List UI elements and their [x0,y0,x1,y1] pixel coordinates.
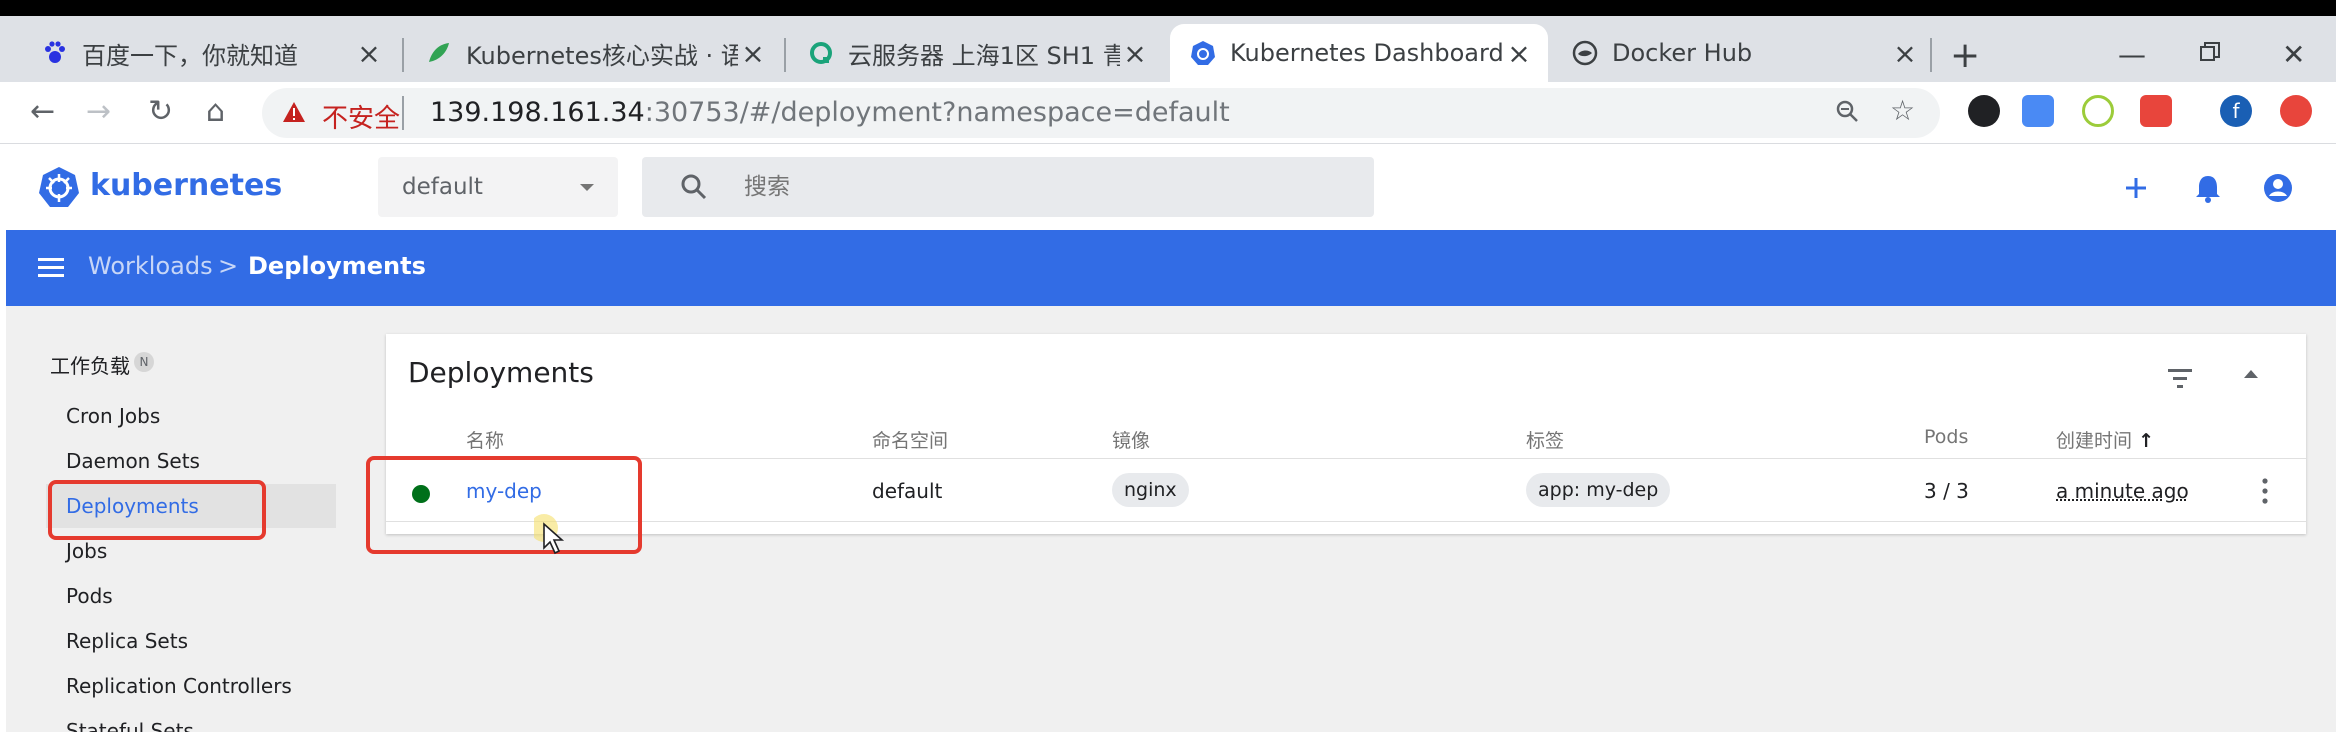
namespaced-badge: N [134,352,154,372]
home-icon[interactable]: ⌂ [206,94,225,130]
extension-ring-icon[interactable] [2082,95,2114,127]
tab-separator [1930,38,1932,72]
url-host: 139.198.161.34 [430,97,645,128]
browser-tab-strip: 百度一下，你就知道 × Kubernetes核心实战 · 语雀 × 云服务器 上… [0,16,2336,82]
breadcrumb-bar: Workloads > Deployments [6,230,2336,306]
extension-eagle-icon[interactable] [1968,95,2000,127]
new-tab-icon[interactable]: + [1950,38,1980,74]
tab-title: 云服务器 上海1区 SH1 青云 [848,41,1120,70]
docker-hub-icon [1572,40,1598,66]
search-box[interactable] [642,157,1374,217]
url-separator [402,96,404,130]
sidebar-item-replica-sets[interactable]: Replica Sets [46,619,336,663]
sort-arrow-icon: ↑ [2138,430,2154,452]
create-plus-icon[interactable] [2116,168,2156,208]
table-row: my-dep default nginx app: my-dep 3 / 3 a… [386,458,2306,522]
more-vert-icon[interactable] [2262,477,2268,505]
label-chip: app: my-dep [1526,473,1671,507]
baidu-paw-icon [45,41,65,63]
url-field[interactable]: 不安全 139.198.161.34:30753/#/deployment?na… [262,88,1940,138]
highlight-box-row-name [366,456,642,554]
url-path: :30753/#/deployment?namespace=default [644,97,1230,128]
sidebar-item-stateful-sets[interactable]: Stateful Sets [46,709,336,732]
minimize-icon[interactable]: — [2118,38,2146,71]
column-header-name[interactable]: 名称 [466,426,504,453]
sidebar-item-replication-controllers[interactable]: Replication Controllers [46,664,336,708]
sidebar-item-cron-jobs[interactable]: Cron Jobs [46,394,336,438]
card-title: Deployments [408,356,594,389]
sidebar-section-workloads[interactable]: 工作负载 [50,350,130,379]
back-icon[interactable]: ← [30,94,55,130]
reload-icon[interactable]: ↻ [148,94,173,130]
column-header-created[interactable]: 创建时间 ↑ [2056,426,2154,453]
warning-icon [283,102,305,122]
translate-extension-icon[interactable] [2022,95,2054,127]
search-icon [681,174,707,200]
insecure-label[interactable]: 不安全 [322,98,400,135]
tab-title: Kubernetes核心实战 · 语雀 [466,41,738,70]
extension-red-icon[interactable] [2140,95,2172,127]
image-chip: nginx [1112,473,1189,507]
breadcrumb-separator: > [218,252,239,280]
mouse-cursor-icon [534,514,565,555]
menu-icon[interactable] [36,254,68,282]
tab-baidu[interactable]: 百度一下，你就知道 × [22,24,398,82]
zoom-icon[interactable] [1834,98,1860,131]
kubernetes-icon [1191,41,1215,65]
dashboard-header: kubernetes default [6,144,2336,230]
created-time: a minute ago [2056,479,2189,503]
yuque-leaf-icon [429,43,449,62]
notifications-bell-icon[interactable] [2188,168,2228,208]
collapse-icon[interactable] [2244,370,2258,378]
address-bar: ← → ↻ ⌂ 不安全 139.198.161.34:30753/#/deplo… [0,82,2336,144]
close-icon[interactable]: × [1890,37,1920,70]
restore-icon[interactable] [2198,38,2222,71]
breadcrumb-workloads[interactable]: Workloads [88,252,213,280]
breadcrumb-current: Deployments [248,252,426,280]
column-header-images: 镜像 [1112,430,1151,452]
deployment-namespace: default [872,479,943,503]
pods-count: 3 / 3 [1924,479,1969,503]
tab-title: Docker Hub [1612,39,1753,67]
namespace-value: default [402,174,483,200]
tab-docker-hub[interactable]: Docker Hub × [1552,24,1934,82]
close-icon[interactable]: × [1504,37,1534,70]
close-icon[interactable]: × [1120,37,1150,70]
tab-separator [402,38,404,72]
url-text[interactable]: 139.198.161.34:30753/#/deployment?namesp… [430,97,1230,128]
tab-yuque[interactable]: Kubernetes核心实战 · 语雀 × [406,24,782,82]
filter-icon[interactable] [2166,366,2194,390]
account-icon[interactable] [2258,168,2298,208]
tab-title: Kubernetes Dashboard [1230,39,1504,67]
bookmark-star-icon[interactable]: ☆ [1890,94,1915,127]
extension-upload-icon[interactable] [2280,95,2312,127]
brand-name[interactable]: kubernetes [90,168,282,203]
screen-top-border [0,0,2336,16]
close-icon[interactable]: × [354,37,384,70]
tab-separator [784,38,786,72]
close-icon[interactable]: × [738,37,768,70]
column-header-pods: Pods [1924,426,1969,448]
column-header-namespace[interactable]: 命名空间 [872,426,948,453]
created-label: 创建时间 [2056,430,2133,452]
sidebar-item-daemon-sets[interactable]: Daemon Sets [46,439,336,483]
kubernetes-logo-icon[interactable] [38,166,80,208]
main-area: 工作负载 N Cron Jobs Daemon Sets Deployments… [6,306,2336,732]
highlight-box-sidebar [48,480,266,540]
qingcloud-icon [810,42,832,64]
tab-qingcloud[interactable]: 云服务器 上海1区 SH1 青云 × [788,24,1164,82]
profile-avatar[interactable]: f [2220,95,2252,127]
namespace-select[interactable]: default [378,157,618,217]
chevron-down-icon [580,184,594,191]
close-window-icon[interactable]: ✕ [2282,38,2305,71]
forward-icon[interactable]: → [86,94,111,130]
search-input[interactable] [744,169,1344,205]
sidebar-item-pods[interactable]: Pods [46,574,336,618]
tab-title: 百度一下，你就知道 [82,41,298,70]
deployments-card: Deployments 名称 命名空间 镜像 标签 Pods 创建时间 ↑ my… [386,334,2306,534]
column-header-labels: 标签 [1526,430,1565,452]
tab-kubernetes-dashboard[interactable]: Kubernetes Dashboard × [1170,24,1548,82]
